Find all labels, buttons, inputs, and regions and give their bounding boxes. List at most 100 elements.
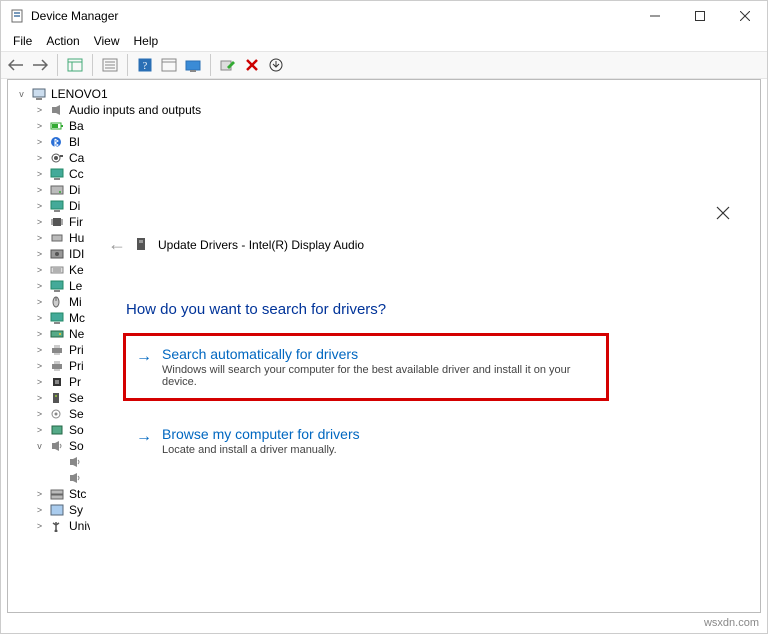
chevron-right-icon[interactable]: > [34,345,45,356]
bluetooth-icon [49,134,65,150]
chevron-right-icon[interactable] [52,457,63,468]
menu-action[interactable]: Action [40,32,85,50]
tree-panel: v LENOVO1 >Audio inputs and outputs>Ba>B… [7,79,761,613]
chevron-down-icon[interactable]: v [34,441,45,452]
computer-icon [31,86,47,102]
tree-item[interactable]: > Cc [16,166,760,182]
camera-icon [49,150,65,166]
wizard-close-button[interactable] [716,206,730,220]
chevron-right-icon[interactable]: > [34,505,45,516]
system-icon [49,502,65,518]
chevron-right-icon[interactable]: > [34,281,45,292]
window-title: Device Manager [31,9,118,23]
ide-icon [49,246,65,262]
chevron-right-icon[interactable]: > [34,297,45,308]
svg-text:?: ? [143,61,148,72]
tree-item[interactable]: >Ba [16,118,760,134]
security-icon [49,390,65,406]
usb-icon [49,518,65,534]
menu-help[interactable]: Help [128,32,165,50]
chevron-right-icon[interactable]: > [34,393,45,404]
tree-item-label: Ca [69,150,84,166]
chevron-right-icon[interactable]: > [34,361,45,372]
sound-icon [49,438,65,454]
back-button[interactable] [5,54,27,76]
tree-item-label: Le [69,278,82,294]
app-icon [9,8,25,24]
chevron-right-icon[interactable]: > [34,153,45,164]
option-browse-computer[interactable]: → Browse my computer for drivers Locate … [126,416,606,466]
arrow-right-icon: → [134,348,154,366]
uninstall-button[interactable] [241,54,263,76]
show-hide-tree-button[interactable] [64,54,86,76]
tree-item-label: Cc [69,166,84,182]
printer-icon [49,342,65,358]
update-driver-wizard: ← Update Drivers - Intel(R) Display Audi… [90,198,750,613]
tree-item-label: So [69,422,84,438]
option-1-title: Search automatically for drivers [162,346,592,362]
tree-item[interactable]: > Ca [16,150,760,166]
chevron-down-icon[interactable]: v [16,89,27,100]
update-driver-button[interactable] [265,54,287,76]
toolbar-button-6[interactable] [182,54,204,76]
chevron-right-icon[interactable]: > [34,201,45,212]
tree-item[interactable]: >Di [16,182,760,198]
forward-button[interactable] [29,54,51,76]
mouse-icon [49,294,65,310]
sensor-icon [49,406,65,422]
menu-view[interactable]: View [88,32,126,50]
tree-item-label: Bl [69,134,80,150]
chevron-right-icon[interactable]: > [34,249,45,260]
option-1-desc: Windows will search your computer for th… [162,364,592,388]
chevron-right-icon[interactable]: > [34,233,45,244]
scan-hardware-button[interactable] [217,54,239,76]
hid-icon [49,230,65,246]
chevron-right-icon[interactable]: > [34,377,45,388]
monitor-icon [49,198,65,214]
speaker-icon [49,102,65,118]
tree-item-label: Pri [69,358,84,374]
tree-item-label: Ne [69,326,84,342]
close-button[interactable] [722,1,767,31]
title-bar: Device Manager [1,1,767,31]
tree-item-label: Ke [69,262,84,278]
chevron-right-icon[interactable]: > [34,489,45,500]
wizard-back-button[interactable]: ← [108,234,126,255]
menu-bar: File Action View Help [1,31,767,51]
disk-icon [49,182,65,198]
sound-icon [67,470,83,486]
chevron-right-icon[interactable]: > [34,409,45,420]
minimize-button[interactable] [632,1,677,31]
tree-root[interactable]: v LENOVO1 [16,86,760,102]
help-button[interactable]: ? [134,54,156,76]
printer-icon [49,358,65,374]
tree-item[interactable]: > Bl [16,134,760,150]
chevron-right-icon[interactable]: > [34,169,45,180]
tree-item-label: Sy [69,502,83,518]
chevron-right-icon[interactable]: > [34,137,45,148]
chevron-right-icon[interactable]: > [34,185,45,196]
chevron-right-icon[interactable]: > [34,425,45,436]
chevron-right-icon[interactable]: > [34,265,45,276]
network-icon [49,326,65,342]
chevron-right-icon[interactable]: > [34,329,45,340]
option-search-automatically[interactable]: → Search automatically for drivers Windo… [126,336,606,398]
monitor-icon [49,278,65,294]
chevron-right-icon[interactable]: > [34,121,45,132]
option-2-title: Browse my computer for drivers [162,426,592,442]
properties-button[interactable] [99,54,121,76]
chevron-right-icon[interactable]: > [34,105,45,116]
toolbar-button-5[interactable] [158,54,180,76]
tree-item-label: Di [69,198,80,214]
maximize-button[interactable] [677,1,722,31]
cpu-icon [49,374,65,390]
chevron-right-icon[interactable] [52,473,63,484]
tree-item-label: Audio inputs and outputs [69,102,201,118]
menu-file[interactable]: File [7,32,38,50]
chevron-right-icon[interactable]: > [34,521,45,532]
arrow-right-icon: → [134,428,154,446]
chevron-right-icon[interactable]: > [34,217,45,228]
monitor-icon [49,310,65,326]
chevron-right-icon[interactable]: > [34,313,45,324]
tree-item[interactable]: > Audio inputs and outputs [16,102,760,118]
